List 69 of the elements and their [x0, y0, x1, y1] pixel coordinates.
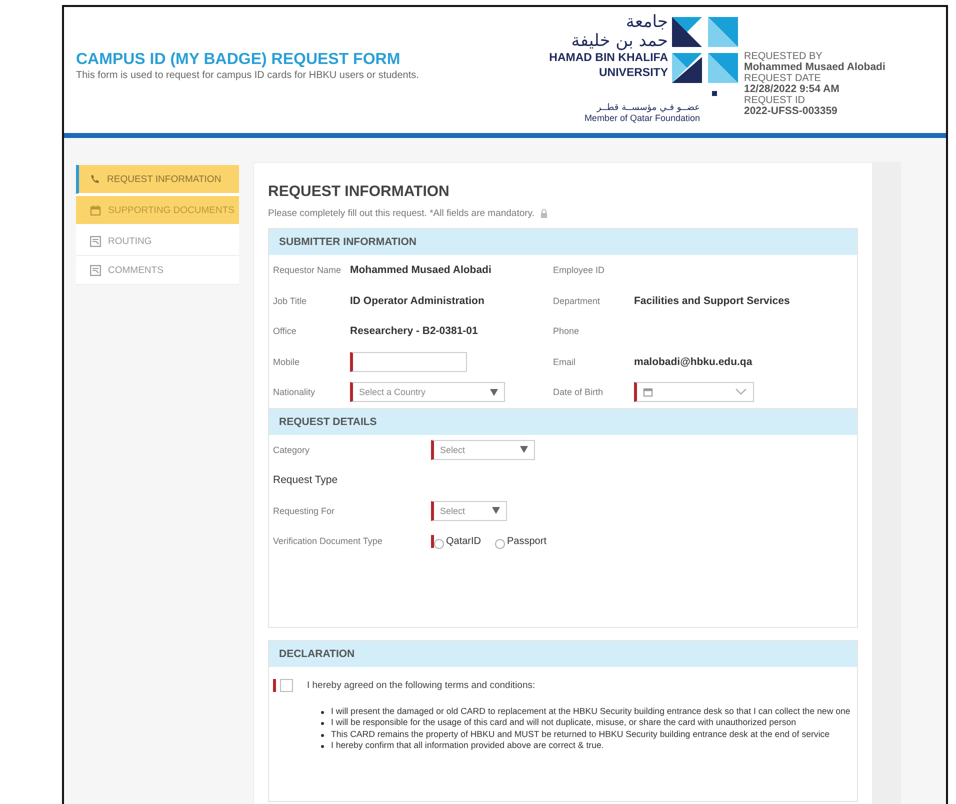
bullet-icon	[321, 745, 324, 748]
phone-icon	[90, 174, 100, 184]
sidebar-item[interactable]: ROUTING	[76, 227, 239, 256]
field-value: Mohammed Musaed Alobadi	[350, 264, 492, 276]
field-label: Date of Birth	[553, 387, 604, 398]
bullet-icon	[321, 722, 324, 725]
caret-icon	[520, 446, 528, 454]
field-value: ID Operator Administration	[350, 294, 484, 307]
term-text: I hereby confirm that all information provided above are correct & true.	[331, 740, 604, 752]
form-subtitle: This form is used to request for campus ID cards for HBKU users or students.	[76, 70, 420, 81]
field-label: Request Type	[273, 474, 338, 486]
caret-icon	[492, 507, 500, 514]
field-value: Facilities and Support Services	[634, 294, 790, 307]
section-header: DECLARATION	[269, 640, 857, 666]
form-title: CAMPUS ID (MY BADGE) REQUEST FORM	[76, 51, 402, 69]
logo-text: UNIVERSITY	[598, 66, 668, 81]
sidebar-item[interactable]: SUPPORTING DOCUMENTS	[76, 196, 239, 225]
radio-option[interactable]: Passport	[495, 533, 546, 550]
caret-icon	[490, 388, 498, 396]
section-header: REQUEST DETAILS	[269, 408, 857, 434]
calendar-icon	[643, 387, 653, 398]
field-value: malobadi@hbku.edu.qa	[634, 356, 752, 368]
sidebar-item[interactable]: COMMENTS	[76, 256, 239, 285]
meta-label: REQUEST DATE	[744, 73, 822, 84]
logo-text: HAMAD BIN KHALIFA	[549, 51, 668, 66]
agreement-text: I hereby agreed on the following terms and conditions:	[307, 680, 536, 690]
member-arabic-text: عضــو فـي مؤسســة قطــر	[596, 103, 700, 113]
meta-value: 2022-UFSS-003359	[744, 106, 838, 117]
section-header: SUBMITTER INFORMATION	[269, 229, 857, 255]
field-label: Email	[553, 356, 577, 367]
field-label: Job Title	[273, 296, 308, 306]
field-label: Mobile	[273, 356, 301, 367]
sidebar-item[interactable]: REQUEST INFORMATION	[76, 165, 239, 194]
select-dropdown[interactable]: Select	[431, 440, 535, 460]
instructions-text: Please completely fill out this request. *All fields are mandatory.	[268, 208, 534, 219]
form-icon	[90, 236, 101, 246]
form-icon	[90, 264, 101, 276]
field-label: Category	[273, 444, 311, 455]
term-text: This CARD remains the property of HBKU and MUST be returned to HBKU Security building entrance desk at the end of service	[331, 728, 830, 740]
country-dropdown[interactable]: Select a Country	[350, 382, 505, 402]
meta-value: Mohammed Musaed Alobadi	[744, 62, 886, 73]
meta-label: REQUESTED BY	[744, 51, 824, 62]
term-text: I will be responsible for the usage of this card and will not duplicate, misuse, or share the card with unauthorized person	[331, 717, 796, 728]
member-text: Member of Qatar Foundation	[584, 113, 700, 123]
mobile-field[interactable]	[350, 352, 467, 372]
field-label: Requestor Name	[273, 265, 342, 276]
field-label: Verification Document Type	[273, 536, 384, 546]
field-label: Department	[553, 296, 602, 306]
bullet-icon	[321, 734, 324, 736]
term-text: I will present the damaged or old CARD to replacement at the HBKU Security building entrance desk so that I can collect the new one	[331, 706, 850, 717]
radio-option[interactable]: QatarID	[434, 533, 482, 550]
chevron-icon	[735, 388, 747, 396]
field-label: Phone	[553, 326, 580, 336]
field-value: Researchery - B2-0381-01	[350, 325, 478, 338]
meta-label: REQUEST ID	[744, 95, 806, 106]
select-dropdown[interactable]: Select	[431, 500, 507, 521]
field-label: Nationality	[273, 387, 316, 398]
lock-icon	[540, 209, 548, 218]
calendar-icon	[90, 204, 101, 216]
agree-checkbox[interactable]	[280, 678, 293, 692]
logo-arabic-text: جامعة	[626, 13, 668, 31]
date-picker[interactable]	[634, 382, 754, 402]
bullet-icon	[321, 710, 324, 714]
field-label: Requesting For	[273, 506, 336, 516]
field-label: Office	[273, 326, 298, 336]
field-label: Employee ID	[553, 265, 606, 276]
logo-arabic-text: حمد بن خليفة	[571, 31, 668, 51]
meta-value: 12/28/2022 9:54 AM	[744, 84, 840, 95]
page-title: REQUEST INFORMATION	[268, 183, 450, 200]
